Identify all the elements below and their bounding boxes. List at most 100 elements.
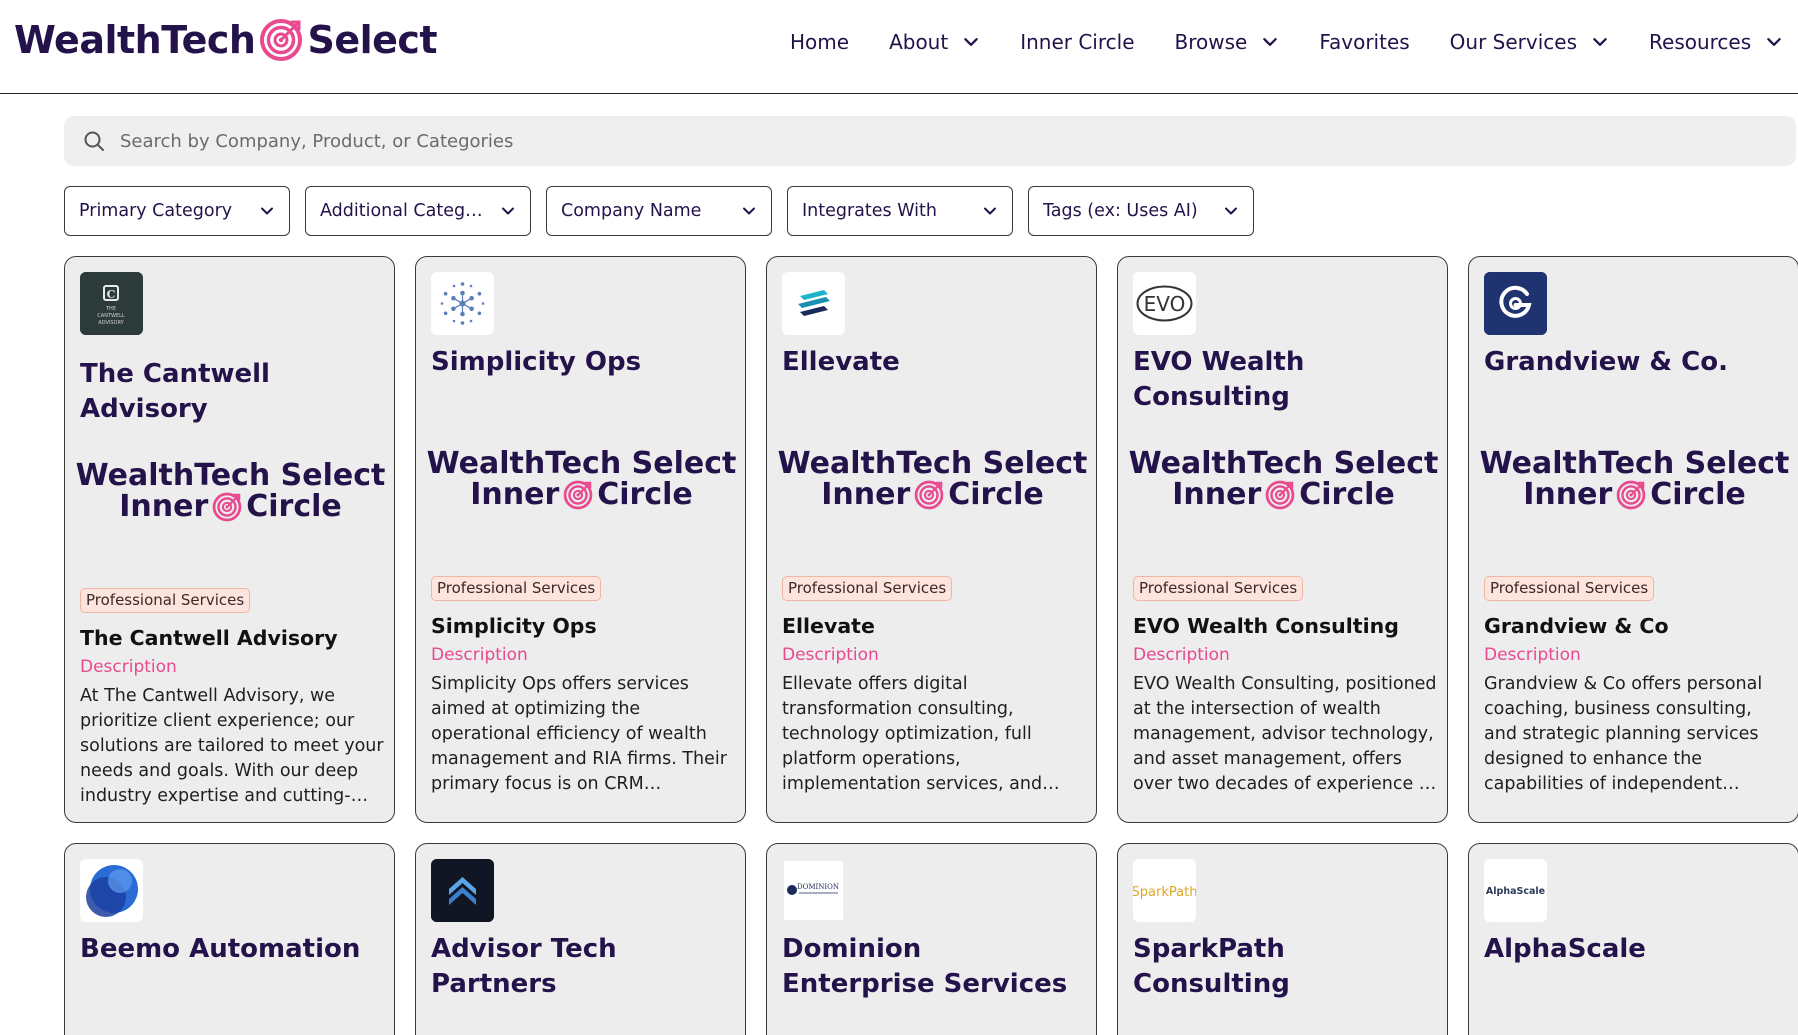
banner-circle: Circle bbox=[597, 477, 693, 512]
dominion-logo-icon: DOMINION bbox=[782, 859, 845, 922]
target-icon bbox=[1616, 480, 1646, 510]
filter-label: Integrates With bbox=[802, 201, 937, 221]
nav-our-services[interactable]: Our Services bbox=[1450, 30, 1609, 54]
ellevate-logo-icon bbox=[782, 272, 845, 335]
banner-inner: Inner bbox=[119, 489, 209, 524]
inner-circle-banner: WealthTech Select Inner Circle bbox=[65, 458, 394, 524]
sparkpath-logo-icon: SparkPath bbox=[1133, 859, 1196, 922]
company-card[interactable]: AlphaScale AlphaScale bbox=[1468, 843, 1798, 1035]
nav-resources[interactable]: Resources bbox=[1649, 30, 1783, 54]
company-description: Grandview & Co offers personal coaching,… bbox=[1484, 674, 1763, 794]
description-label: Description bbox=[782, 645, 879, 665]
target-icon bbox=[914, 480, 944, 510]
svg-text:THE: THE bbox=[105, 306, 116, 312]
description-label: Description bbox=[80, 657, 177, 677]
search-icon bbox=[84, 131, 104, 151]
company-card[interactable]: C THE CANTWELL ADVISORY The Cantwell Adv… bbox=[64, 256, 395, 823]
chevron-down-icon bbox=[962, 33, 980, 51]
svg-text:CANTWELL: CANTWELL bbox=[97, 313, 125, 319]
inner-circle-banner: WealthTech Select Inner Circle bbox=[1469, 448, 1798, 510]
card-title: Beemo Automation bbox=[80, 934, 361, 964]
category-badge: Professional Services bbox=[431, 576, 602, 601]
filter-integrates-with[interactable]: Integrates With bbox=[787, 186, 1013, 236]
banner-line-1: WealthTech Select bbox=[75, 458, 386, 493]
nav-about[interactable]: About bbox=[889, 30, 980, 54]
card-title: EVO Wealth Consulting bbox=[1133, 347, 1305, 412]
chevron-down-icon bbox=[1261, 33, 1279, 51]
grandview-logo-icon bbox=[1484, 272, 1547, 335]
chevron-down-icon bbox=[1223, 203, 1239, 219]
evo-logo-icon: EVO bbox=[1133, 272, 1196, 335]
target-icon bbox=[563, 480, 593, 510]
main-nav: Home About Inner Circle Browse Favorites… bbox=[790, 30, 1783, 54]
category-badge: Professional Services bbox=[1484, 576, 1655, 601]
filter-additional-category[interactable]: Additional Catego... bbox=[305, 186, 531, 236]
company-card[interactable]: Simplicity Ops WealthTech Select Inner C… bbox=[415, 256, 746, 823]
nav-home[interactable]: Home bbox=[790, 30, 849, 54]
banner-inner: Inner bbox=[1172, 477, 1262, 512]
company-card[interactable]: Advisor Tech Partners bbox=[415, 843, 746, 1035]
card-title: Simplicity Ops bbox=[431, 347, 642, 377]
svg-text:EVO: EVO bbox=[1144, 292, 1186, 316]
card-title: SparkPath Consulting bbox=[1133, 934, 1290, 999]
company-card[interactable]: Grandview & Co. WealthTech Select Inner … bbox=[1468, 256, 1798, 823]
company-name: The Cantwell Advisory bbox=[80, 626, 338, 650]
company-description: Ellevate offers digital transformation c… bbox=[782, 674, 1043, 794]
filter-company-name[interactable]: Company Name bbox=[546, 186, 772, 236]
chevron-down-icon bbox=[982, 203, 998, 219]
simplicity-logo-icon bbox=[431, 272, 494, 335]
chevron-down-icon bbox=[1765, 33, 1783, 51]
nav-home-label: Home bbox=[790, 30, 850, 54]
company-card[interactable]: EVO EVO Wealth Consulting WealthTech Sel… bbox=[1117, 256, 1448, 823]
site-logo[interactable]: WealthTech Select bbox=[14, 18, 438, 62]
banner-inner: Inner bbox=[821, 477, 911, 512]
chevron-down-icon bbox=[1591, 33, 1609, 51]
nav-about-label: About bbox=[889, 30, 949, 54]
svg-text:SparkPath: SparkPath bbox=[1133, 885, 1196, 900]
category-badge: Professional Services bbox=[782, 576, 953, 601]
banner-circle: Circle bbox=[246, 489, 342, 524]
card-title: The Cantwell Advisory bbox=[80, 359, 270, 424]
chevron-down-icon bbox=[741, 203, 757, 219]
inner-circle-banner: WealthTech Select Inner Circle bbox=[416, 448, 745, 512]
search-input[interactable] bbox=[120, 130, 1720, 152]
site-header: WealthTech Select Home About Inner Circl… bbox=[0, 0, 1798, 94]
card-title: AlphaScale bbox=[1484, 934, 1646, 964]
filter-tags[interactable]: Tags (ex: Uses AI) bbox=[1028, 186, 1254, 236]
company-description: At The Cantwell Advisory, we prioritize … bbox=[80, 686, 384, 806]
chevron-down-icon bbox=[500, 203, 516, 219]
search-bar bbox=[64, 116, 1796, 166]
filter-primary-category[interactable]: Primary Category bbox=[64, 186, 290, 236]
svg-text:ADVISORY: ADVISORY bbox=[98, 320, 124, 326]
nav-favorites[interactable]: Favorites bbox=[1319, 30, 1409, 54]
banner-circle: Circle bbox=[948, 477, 1044, 512]
banner-line-1: WealthTech Select bbox=[1128, 446, 1439, 481]
filter-label: Tags (ex: Uses AI) bbox=[1043, 201, 1198, 221]
nav-inner-circle-label: Inner Circle bbox=[1020, 30, 1135, 54]
company-card[interactable]: SparkPath SparkPath Consulting bbox=[1117, 843, 1448, 1035]
banner-inner: Inner bbox=[470, 477, 560, 512]
company-card[interactable]: Ellevate WealthTech Select Inner Circle … bbox=[766, 256, 1097, 823]
banner-circle: Circle bbox=[1650, 477, 1746, 512]
advisor-tech-logo-icon bbox=[431, 859, 494, 922]
company-name: Grandview & Co bbox=[1484, 614, 1669, 638]
alphascale-logo-icon: AlphaScale bbox=[1484, 859, 1547, 922]
company-name: Ellevate bbox=[782, 614, 875, 638]
nav-favorites-label: Favorites bbox=[1319, 30, 1410, 54]
company-card[interactable]: Beemo Automation bbox=[64, 843, 395, 1035]
logo-text-left: WealthTech bbox=[14, 18, 256, 62]
banner-line-1: WealthTech Select bbox=[1479, 446, 1790, 481]
svg-text:DOMINION: DOMINION bbox=[797, 883, 839, 891]
nav-inner-circle[interactable]: Inner Circle bbox=[1020, 30, 1134, 54]
inner-circle-banner: WealthTech Select Inner Circle bbox=[1118, 446, 1447, 512]
target-icon bbox=[212, 492, 242, 522]
filter-bar: Primary Category Additional Catego... Co… bbox=[64, 186, 1269, 236]
card-title: Advisor Tech Partners bbox=[431, 934, 617, 999]
company-description: Simplicity Ops offers services aimed at … bbox=[431, 674, 727, 794]
company-card[interactable]: DOMINION Dominion Enterprise Services bbox=[766, 843, 1097, 1035]
category-badge: Professional Services bbox=[1133, 576, 1304, 601]
target-icon bbox=[1265, 480, 1295, 510]
nav-browse[interactable]: Browse bbox=[1175, 30, 1280, 54]
cantwell-logo-icon: C THE CANTWELL ADVISORY bbox=[80, 272, 143, 335]
chevron-down-icon bbox=[259, 203, 275, 219]
